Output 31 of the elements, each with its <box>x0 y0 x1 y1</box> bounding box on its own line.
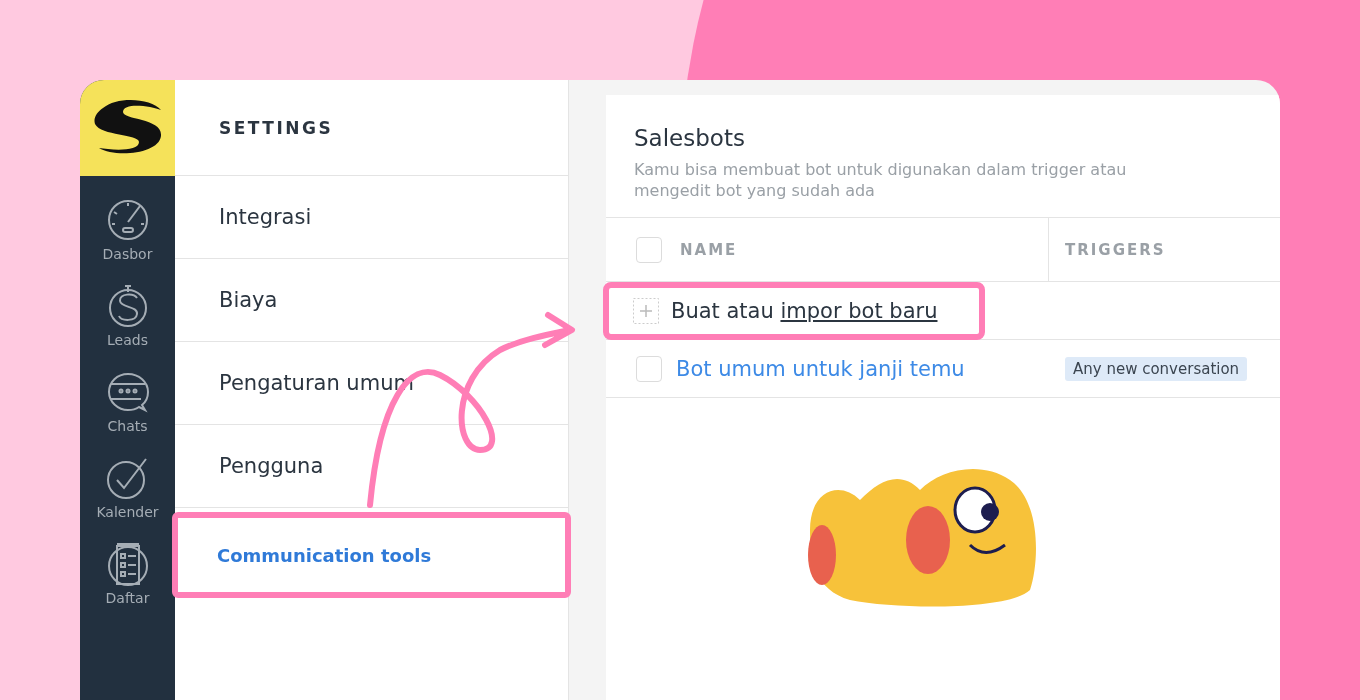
nav-item[interactable]: Dasbor <box>102 198 153 262</box>
settings-item[interactable]: Pengguna <box>175 425 568 508</box>
nav-label: Chats <box>107 418 148 434</box>
column-header: TRIGGERS <box>1065 240 1166 259</box>
settings-title: SETTINGS <box>219 117 334 138</box>
row-checkbox[interactable] <box>636 355 662 382</box>
settings-item[interactable]: Communication tools <box>172 512 571 598</box>
chat-icon <box>105 370 150 414</box>
nav-label: Daftar <box>105 590 150 606</box>
nav-label: Kalender <box>96 504 159 520</box>
nav-label: Dasbor <box>102 246 153 262</box>
panel-description: Kamu bisa membuat bot untuk digunakan dalam trigger atau mengedit bot yang sudah ada <box>634 159 1128 201</box>
settings-item[interactable]: Biaya <box>175 259 568 342</box>
plus-icon <box>633 297 659 324</box>
nav-item[interactable]: Kalender <box>96 456 159 520</box>
trigger-tag: Any new conversation <box>1065 356 1248 381</box>
nav-label: Leads <box>107 332 148 348</box>
add-bot-row[interactable]: Buat atau impor bot baru <box>603 281 986 340</box>
list-icon <box>105 542 150 586</box>
column-header: NAME <box>680 240 738 259</box>
panel-title: Salesbots <box>634 125 746 151</box>
nav-item[interactable]: Leads <box>105 284 150 348</box>
gauge-icon <box>105 198 150 242</box>
nav-item[interactable]: Chats <box>105 370 150 434</box>
check-icon <box>105 456 150 500</box>
add-bot-text: Buat atau impor bot baru <box>671 298 938 323</box>
select-all-checkbox[interactable] <box>636 236 662 263</box>
settings-item[interactable]: Integrasi <box>175 176 568 259</box>
nav-item[interactable]: Daftar <box>105 542 150 606</box>
bot-name-link[interactable]: Bot umum untuk janji temu <box>676 356 965 381</box>
import-link[interactable]: impor bot baru <box>780 298 938 323</box>
